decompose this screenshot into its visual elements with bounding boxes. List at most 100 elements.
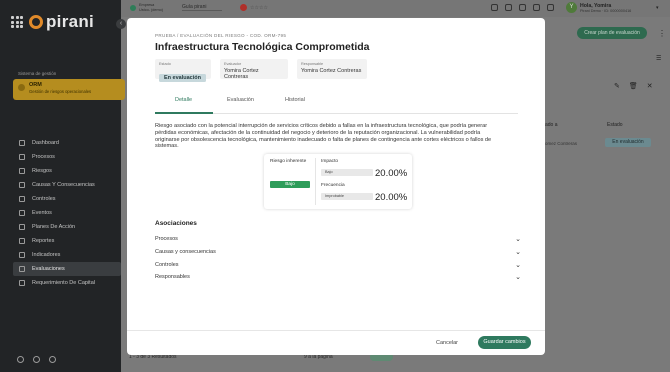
people-icon[interactable] xyxy=(491,4,498,11)
sidebar-item-dashboard[interactable]: Dashboard xyxy=(13,136,121,150)
sidebar-item-evaluaciones[interactable]: Evaluaciones xyxy=(13,262,121,276)
indicator-icon xyxy=(19,252,25,258)
sidebar-nav: Dashboard Procesos Riesgos Causas Y Cons… xyxy=(13,136,121,290)
chevron-down-icon: ⌄ xyxy=(515,236,521,243)
evaluation-modal: PRUEBA / EVALUACIÓN DEL RIESGO - COD. OR… xyxy=(127,18,545,355)
sidebar-item-label: Causas Y Consecuencias xyxy=(32,182,95,188)
settings-icon[interactable] xyxy=(533,4,540,11)
sidebar-item-planes[interactable]: Planes De Acción xyxy=(13,220,121,234)
impact-percent: 20.00% xyxy=(375,168,408,179)
sidebar-item-label: Riesgos xyxy=(32,168,52,174)
evaluator-label: Evaluador xyxy=(224,62,242,66)
tab-bar: Detalle Evaluación Historial xyxy=(155,93,518,114)
responsible-label: Responsable xyxy=(301,62,324,66)
rating: ☆☆☆☆ xyxy=(240,4,268,11)
page-title: Infraestructura Tecnológica Comprometida xyxy=(155,41,370,53)
cancel-button[interactable]: Cancelar xyxy=(436,340,458,346)
responsible-value: Yomira Cortez Contreras xyxy=(301,68,362,74)
table-cell-name: omez Contreras xyxy=(545,141,578,146)
event-icon xyxy=(19,210,25,216)
avatar: Y xyxy=(566,2,577,13)
module-card-orm[interactable]: ORM Gestión de riesgos operacionales xyxy=(13,79,125,100)
association-controles[interactable]: Controles ⌄ xyxy=(155,262,521,274)
inherent-risk-badge: Bajo xyxy=(270,181,310,188)
user-menu[interactable]: Y Hola, Yomira Pirani Demo · ID: 0000000… xyxy=(566,2,631,13)
collapse-sidebar-button[interactable]: ‹ xyxy=(116,19,126,29)
sidebar-item-capital[interactable]: Requerimiento De Capital xyxy=(13,276,121,290)
cause-icon xyxy=(19,182,25,188)
sidebar-item-causas[interactable]: Causas Y Consecuencias xyxy=(13,178,121,192)
logo-text: pirani xyxy=(46,12,95,31)
associations-title: Asociaciones xyxy=(155,220,197,227)
sidebar-item-procesos[interactable]: Procesos xyxy=(13,150,121,164)
filter-icon[interactable]: ☰ xyxy=(656,55,661,62)
active-tab-indicator xyxy=(155,112,213,114)
close-icon[interactable]: ✕ xyxy=(647,82,653,90)
apps-grid-icon[interactable] xyxy=(11,16,23,28)
bell-icon[interactable] xyxy=(519,4,526,11)
sidebar-item-eventos[interactable]: Eventos xyxy=(13,206,121,220)
sidebar-item-label: Controles xyxy=(32,196,56,202)
sidebar-item-label: Evaluaciones xyxy=(32,266,65,272)
evaluation-icon xyxy=(19,266,25,272)
association-label: Responsables xyxy=(155,274,190,280)
tab-evaluacion[interactable]: Evaluación xyxy=(227,97,254,103)
document-icon[interactable] xyxy=(505,4,512,11)
sidebar-item-label: Indicadores xyxy=(32,252,61,258)
inherent-risk-label: Riesgo inherente xyxy=(270,159,307,164)
company-icon xyxy=(130,4,136,11)
chevron-down-icon[interactable]: ▾ xyxy=(656,5,659,11)
association-responsables[interactable]: Responsables ⌄ xyxy=(155,274,521,286)
company-line2: Ustco- (demo) xyxy=(139,7,164,12)
association-causas[interactable]: Causas y consecuencias ⌄ xyxy=(155,249,521,261)
rating-icon xyxy=(240,4,247,11)
dashboard-icon xyxy=(19,140,25,146)
status-badge: En evaluación xyxy=(159,74,206,82)
association-label: Procesos xyxy=(155,236,178,242)
tab-detalle[interactable]: Detalle xyxy=(175,97,192,103)
delete-icon[interactable]: 🗑 xyxy=(629,82,638,90)
sidebar-item-label: Requerimiento De Capital xyxy=(32,280,95,286)
status-label: Estado xyxy=(159,62,171,66)
impact-level: Bajo xyxy=(321,169,373,176)
row-actions: ✎ 🗑 ✕ xyxy=(614,82,653,90)
sidebar-item-label: Eventos xyxy=(32,210,52,216)
sidebar-item-controles[interactable]: Controles xyxy=(13,192,121,206)
tab-historial[interactable]: Historial xyxy=(285,97,305,103)
frequency-percent: 20.00% xyxy=(375,192,408,203)
frequency-level: Improbable xyxy=(321,193,373,200)
evaluator-box: Evaluador Yomira Cortez Contreras xyxy=(220,59,288,80)
user-icon[interactable] xyxy=(33,356,40,363)
process-icon xyxy=(19,154,25,160)
company-switcher[interactable]: Empresa Ustco- (demo) xyxy=(130,3,163,12)
module-subtitle: Gestión de riesgos operacionales xyxy=(29,89,92,94)
sidebar-item-reportes[interactable]: Reportes xyxy=(13,234,121,248)
save-button[interactable]: Guardar cambios xyxy=(478,336,531,349)
help-icon[interactable] xyxy=(17,356,24,363)
topbar-icons xyxy=(491,4,554,11)
risk-description: Riesgo asociado con la potencial interru… xyxy=(155,123,492,150)
create-plan-button[interactable]: Crear plan de evaluación xyxy=(577,27,647,39)
rocket-icon[interactable] xyxy=(547,4,554,11)
sidebar: pirani Sistema de gestión ORM Gestión de… xyxy=(0,0,125,372)
report-icon xyxy=(19,238,25,244)
brand: pirani xyxy=(11,12,94,32)
table-header-status: Estado xyxy=(607,122,623,128)
chevron-down-icon: ⌄ xyxy=(515,274,521,281)
user-org: Pirani Demo · ID: 0000000416 xyxy=(580,8,632,13)
table-header-assigned: ado a xyxy=(545,122,558,128)
company-select[interactable]: Guía pirani xyxy=(182,4,222,11)
module-icon xyxy=(18,84,25,91)
association-label: Causas y consecuencias xyxy=(155,249,216,255)
responsible-box: Responsable Yomira Cortez Contreras xyxy=(297,59,367,79)
sidebar-item-riesgos[interactable]: Riesgos xyxy=(13,164,121,178)
sidebar-item-indicadores[interactable]: Indicadores xyxy=(13,248,121,262)
billing-icon[interactable] xyxy=(49,356,56,363)
edit-icon[interactable]: ✎ xyxy=(614,82,620,90)
more-options-icon[interactable]: ⋮ xyxy=(658,29,666,38)
association-procesos[interactable]: Procesos ⌄ xyxy=(155,236,521,248)
status-box: Estado En evaluación xyxy=(155,59,211,82)
sidebar-item-label: Planes De Acción xyxy=(32,224,76,230)
control-icon xyxy=(19,196,25,202)
risk-icon xyxy=(19,168,25,174)
